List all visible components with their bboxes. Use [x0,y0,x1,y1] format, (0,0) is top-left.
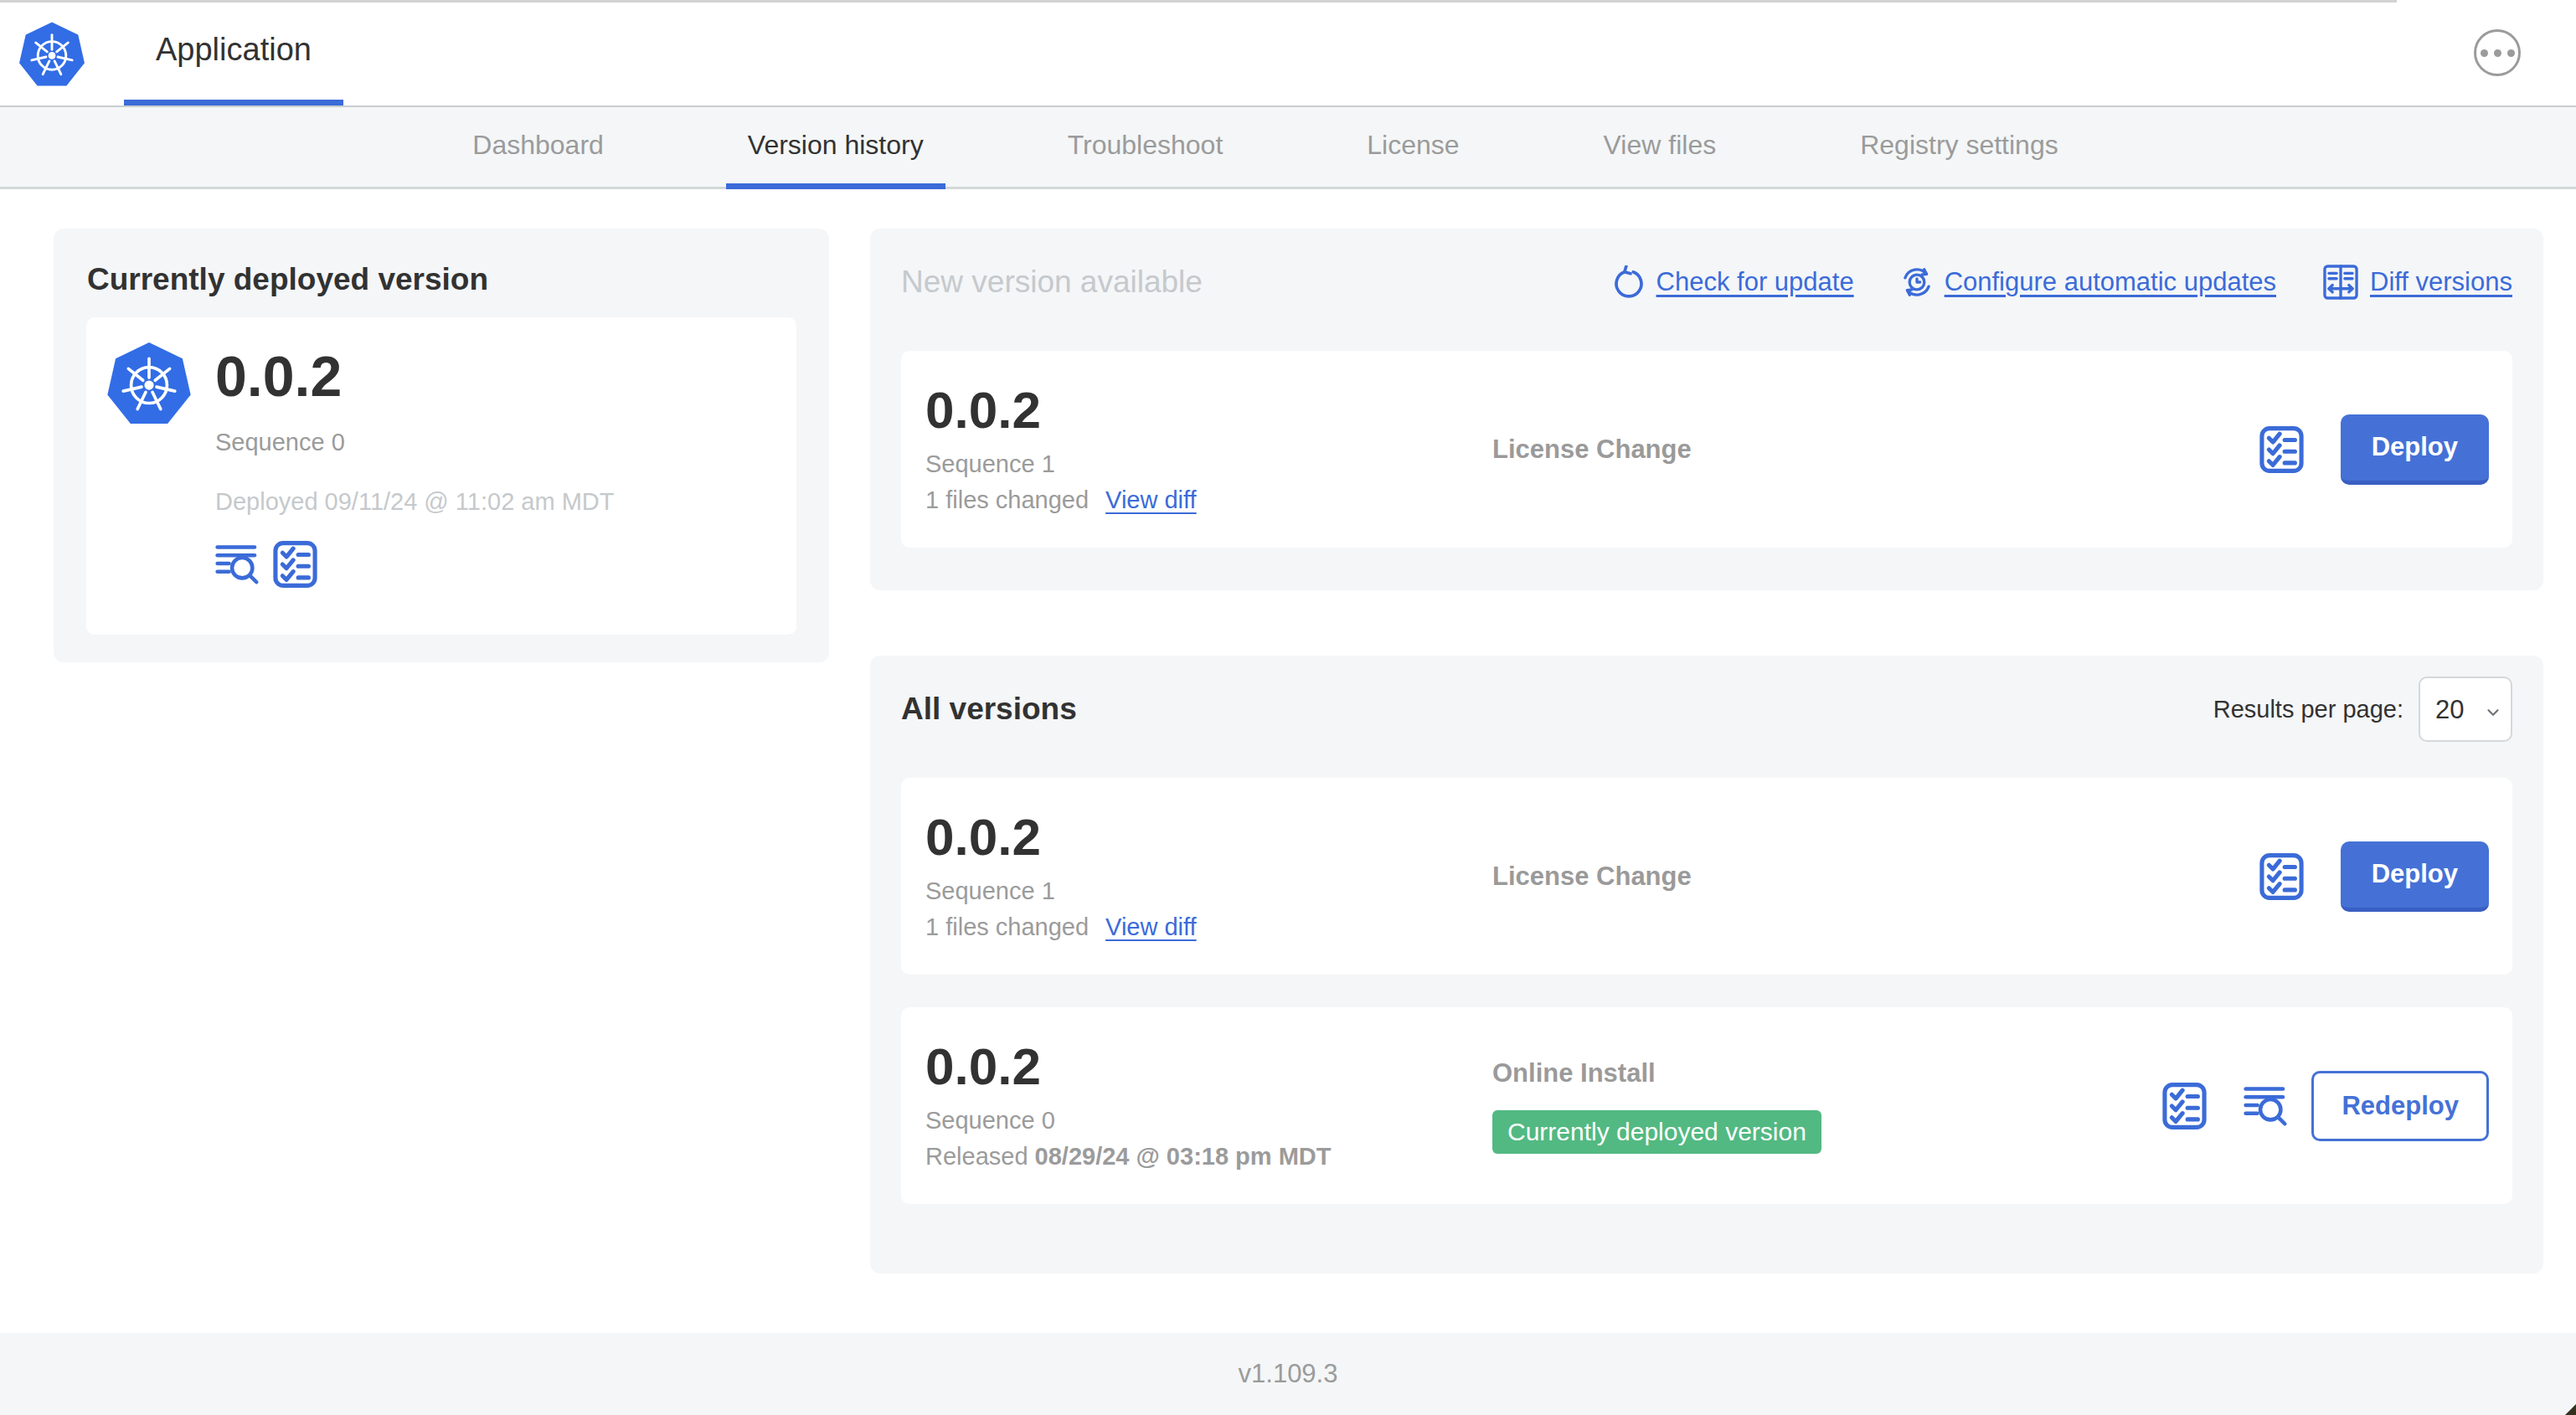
diff-versions-link[interactable]: Diff versions [2322,265,2512,300]
new-version-row: 0.0.2 Sequence 1 1 files changed View di… [901,351,2512,548]
version-number: 0.0.2 [925,381,1492,439]
version-number: 0.0.2 [925,1037,1492,1095]
clock-refresh-icon [1900,265,1934,299]
results-per-page-label: Results per page: [2213,696,2403,723]
current-version-number: 0.0.2 [215,345,615,408]
version-row: 0.0.2 Sequence 0 Released 08/29/24 @ 03:… [901,1007,2512,1204]
tab-dashboard[interactable]: Dashboard [451,107,626,189]
console-version: v1.109.3 [1239,1359,1338,1389]
view-diff-link[interactable]: View diff [1105,913,1197,941]
all-versions-title: All versions [901,692,1077,727]
version-number: 0.0.2 [925,808,1492,866]
main-content: Currently deployed version [0,189,2576,1274]
footer: v1.109.3 [0,1333,2576,1415]
window-top-edge [0,0,2397,3]
version-source: Online Install [1492,1058,2162,1088]
current-deployed-timestamp: Deployed 09/11/24 @ 11:02 am MDT [215,488,615,516]
currently-deployed-card: 0.0.2 Sequence 0 Deployed 09/11/24 @ 11:… [86,317,796,635]
results-per-page-select[interactable]: 20 [2419,677,2512,742]
app-nav: Dashboard Version history Troubleshoot L… [0,107,2576,189]
tab-version-history[interactable]: Version history [726,107,945,189]
more-menu-button[interactable] [2474,29,2521,76]
configure-automatic-updates-link[interactable]: Configure automatic updates [1900,265,2276,299]
redeploy-button[interactable]: Redeploy [2311,1071,2489,1141]
all-versions-panel: All versions Results per page: 20 [870,656,2543,1274]
version-source: License Change [1492,435,2259,465]
preflight-checks-icon[interactable] [2259,425,2304,474]
tab-license[interactable]: License [1345,107,1481,189]
tab-registry-settings[interactable]: Registry settings [1838,107,2080,189]
deploy-button[interactable]: Deploy [2341,414,2489,485]
view-logs-icon[interactable] [215,543,260,585]
version-row: 0.0.2 Sequence 1 1 files changed View di… [901,778,2512,975]
files-changed: 1 files changed [925,913,1089,941]
version-sequence: Sequence 1 [925,450,1492,478]
app-title: Application [156,32,312,68]
check-for-update-link[interactable]: Check for update [1612,265,1854,299]
currently-deployed-badge: Currently deployed version [1492,1110,1821,1154]
current-sequence: Sequence 0 [215,429,615,456]
view-logs-icon[interactable] [2244,1085,2289,1127]
app-tab[interactable]: Application [124,0,343,105]
released-date: 08/29/24 @ 03:18 pm MDT [1035,1143,1332,1170]
released-label: Released [925,1143,1028,1170]
currently-deployed-title: Currently deployed version [87,262,796,297]
preflight-checks-icon[interactable] [2162,1082,2207,1130]
ellipsis-icon [2481,49,2488,57]
kubernetes-app-icon [106,340,192,635]
preflight-checks-icon[interactable] [273,540,317,589]
new-version-title: New version available [901,265,1203,300]
version-sequence: Sequence 1 [925,877,1492,905]
refresh-icon [1612,265,1646,299]
preflight-checks-icon[interactable] [2259,852,2304,901]
version-source: License Change [1492,862,2259,892]
currently-deployed-panel: Currently deployed version [54,229,829,662]
kubernetes-logo-icon [18,20,85,87]
files-changed: 1 files changed [925,486,1089,514]
deploy-button[interactable]: Deploy [2341,841,2489,912]
view-diff-link[interactable]: View diff [1105,486,1197,514]
version-sequence: Sequence 0 [925,1107,1492,1135]
top-bar: Application [0,0,2576,107]
tab-view-files[interactable]: View files [1582,107,1739,189]
tab-troubleshoot[interactable]: Troubleshoot [1046,107,1245,189]
new-version-panel: New version available Check for update [870,229,2543,590]
diff-icon [2322,265,2359,300]
